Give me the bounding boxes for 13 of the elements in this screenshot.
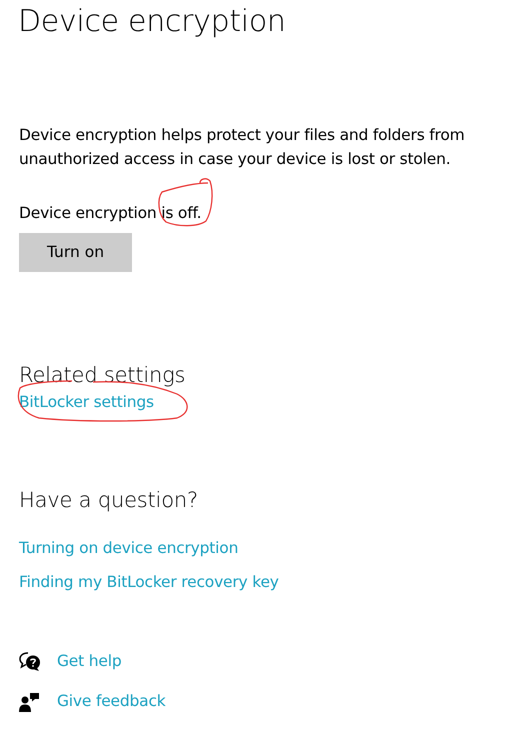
help-article-link[interactable]: Finding my BitLocker recovery key xyxy=(19,572,279,591)
person-feedback-icon xyxy=(19,692,41,712)
help-article-link[interactable]: Turning on device encryption xyxy=(19,538,238,557)
section-heading: Related settings xyxy=(19,363,186,388)
get-help-link[interactable]: Get help xyxy=(57,650,122,674)
turn-on-button[interactable]: Turn on xyxy=(19,233,132,272)
encryption-status: Device encryption is off. xyxy=(19,204,202,222)
description-text: Device encryption helps protect your files and folders from unauthorized access in case your device is lost or stolen. xyxy=(19,125,466,170)
settings-link[interactable]: BitLocker settings xyxy=(19,393,154,412)
chat-question-icon xyxy=(19,652,41,672)
section-heading: Have a question? xyxy=(19,488,199,514)
page-title: Device encryption xyxy=(18,3,287,41)
feedback-link[interactable]: Give feedback xyxy=(57,690,166,714)
